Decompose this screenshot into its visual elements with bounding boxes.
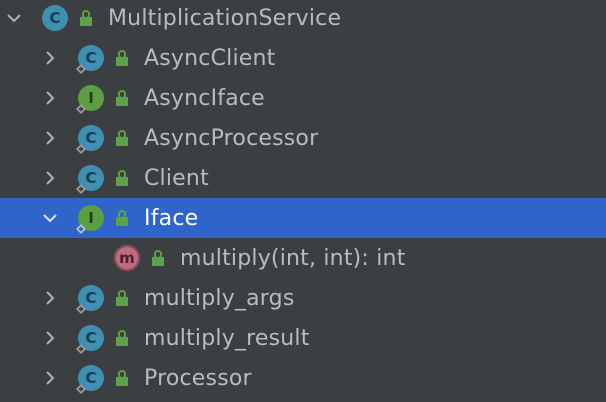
class-icon: C (76, 365, 104, 394)
class-icon: C (76, 125, 104, 154)
tree-node-multiply-args[interactable]: C multiply_args (0, 278, 606, 318)
diamond-badge-icon (76, 104, 86, 114)
tree-node-multiply-result[interactable]: C multiply_result (0, 318, 606, 358)
lock-icon (114, 289, 130, 307)
lock-icon (114, 89, 130, 107)
tree-node-asyncprocessor[interactable]: C AsyncProcessor (0, 118, 606, 158)
tree-node-client[interactable]: C Client (0, 158, 606, 198)
diamond-badge-icon (76, 144, 86, 154)
diamond-badge-icon (76, 64, 86, 74)
chevron-right-icon[interactable] (40, 328, 60, 348)
chevron-right-icon[interactable] (40, 88, 60, 108)
tree-node-label: AsyncClient (144, 45, 276, 71)
tree-node-multiply-method[interactable]: m multiply(int, int): int (0, 238, 606, 278)
tree-node-label: Processor (144, 365, 252, 391)
lock-icon (114, 49, 130, 67)
chevron-down-icon[interactable] (4, 8, 24, 28)
chevron-right-icon[interactable] (40, 168, 60, 188)
tree-node-iface[interactable]: I Iface (0, 198, 606, 238)
tree-node-label: Iface (144, 205, 199, 231)
chevron-down-icon[interactable] (40, 208, 60, 228)
method-icon: m (114, 245, 140, 271)
lock-icon (150, 249, 166, 267)
tree-node-label: MultiplicationService (108, 5, 342, 31)
chevron-right-icon[interactable] (40, 128, 60, 148)
diamond-badge-icon (76, 344, 86, 354)
chevron-right-icon[interactable] (40, 288, 60, 308)
tree-node-label: multiply_args (144, 285, 295, 311)
diamond-badge-icon (76, 184, 86, 194)
lock-icon (114, 329, 130, 347)
class-icon: C (76, 165, 104, 194)
tree-node-label: multiply(int, int): int (180, 245, 406, 271)
interface-icon: I (76, 205, 104, 234)
chevron-right-icon[interactable] (40, 368, 60, 388)
class-icon: C (76, 325, 104, 354)
diamond-badge-icon (76, 224, 86, 234)
tree-node-label: AsyncIface (144, 85, 265, 111)
lock-icon (114, 129, 130, 147)
lock-icon (114, 169, 130, 187)
lock-icon (114, 369, 130, 387)
chevron-right-icon[interactable] (40, 48, 60, 68)
class-icon: C (42, 5, 68, 31)
lock-icon (78, 9, 94, 27)
tree-node-asynciface[interactable]: I AsyncIface (0, 78, 606, 118)
tree-node-asyncclient[interactable]: C AsyncClient (0, 38, 606, 78)
tree-node-label: multiply_result (144, 325, 310, 351)
lock-icon (114, 209, 130, 227)
project-structure-tree: C MultiplicationService C AsyncClient I (0, 0, 606, 402)
tree-node-label: AsyncProcessor (144, 125, 319, 151)
interface-icon: I (76, 85, 104, 114)
class-icon: C (76, 45, 104, 74)
tree-node-multiplicationservice[interactable]: C MultiplicationService (0, 0, 606, 38)
diamond-badge-icon (76, 384, 86, 394)
tree-node-processor[interactable]: C Processor (0, 358, 606, 398)
diamond-badge-icon (76, 304, 86, 314)
class-icon: C (76, 285, 104, 314)
tree-node-label: Client (144, 165, 209, 191)
